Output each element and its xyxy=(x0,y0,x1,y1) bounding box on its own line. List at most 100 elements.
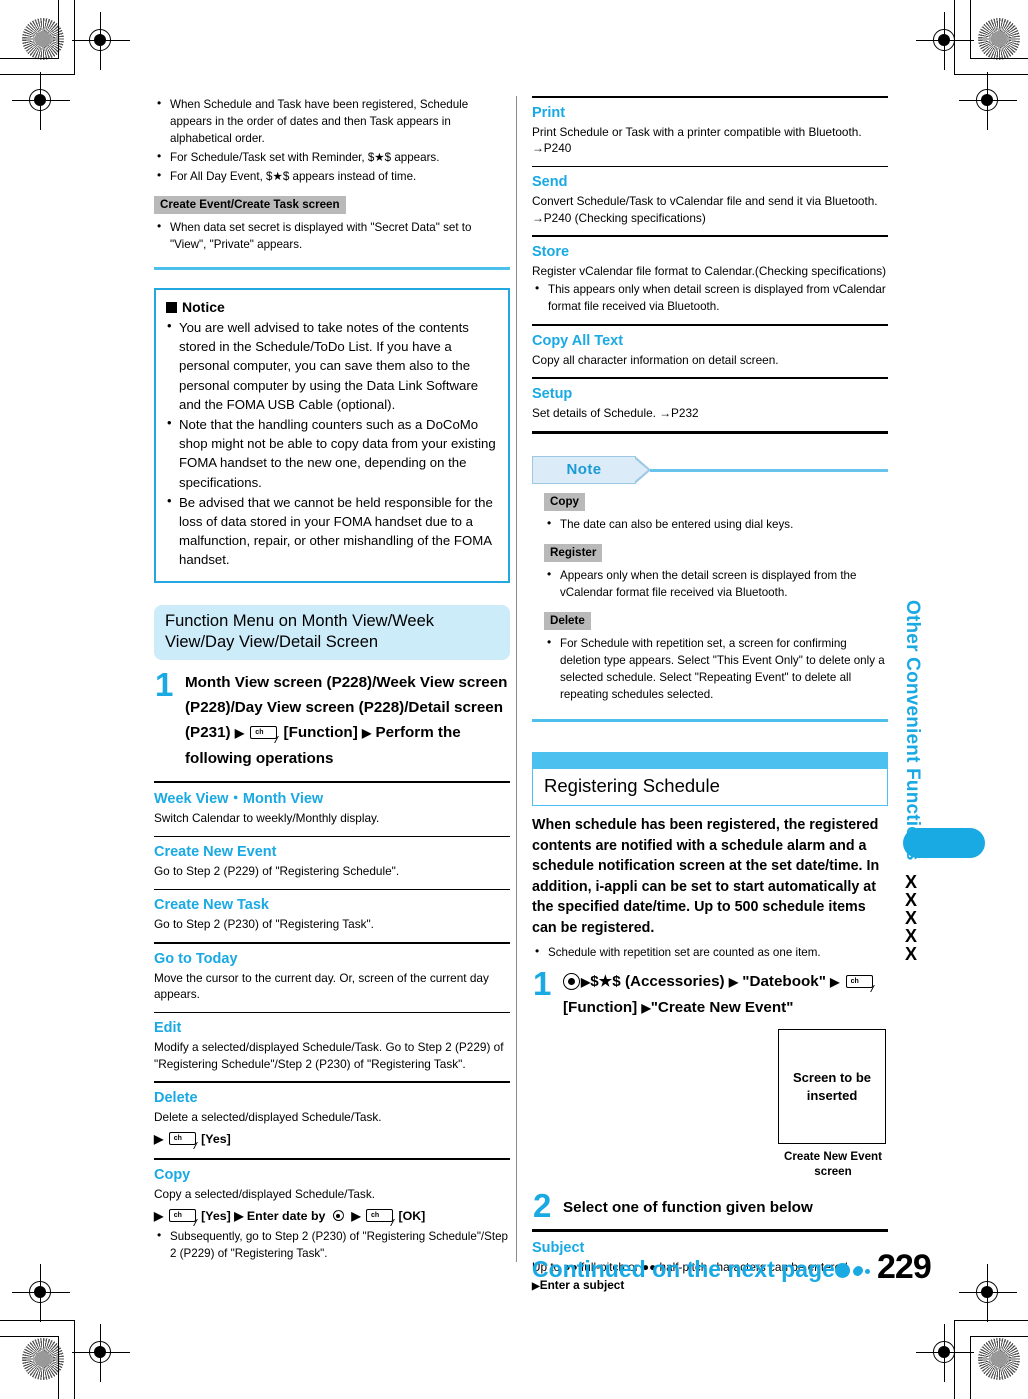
step-number: 1 xyxy=(533,965,552,1003)
left-column: When Schedule and Task have been registe… xyxy=(154,95,510,1264)
crop-mark-tr-inner xyxy=(970,0,1028,59)
side-code-label: XXXXX xyxy=(901,872,921,962)
screen-placeholder-caption: Create New Event screen xyxy=(784,1150,882,1179)
note-group-bullets-delete: For Schedule with repetition set, a scre… xyxy=(544,634,888,703)
entry-divider xyxy=(532,377,888,379)
menu-entry-copy[interactable]: Copy Copy a selected/displayed Schedule/… xyxy=(154,1166,510,1263)
cyan-divider xyxy=(532,719,888,723)
crop-mark-bl-inner xyxy=(0,1336,59,1399)
registering-schedule-header: Registering Schedule xyxy=(532,752,888,807)
entry-body: Register vCalendar file format to Calend… xyxy=(532,263,887,278)
menu-entry-create-new-event[interactable]: Create New Event Go to Step 2 (P229) of … xyxy=(154,843,510,880)
ch-key-icon: ch xyxy=(168,1209,196,1223)
entry-body: Set details of Schedule. →P232 xyxy=(532,405,699,420)
entry-divider xyxy=(154,888,510,891)
entry-divider xyxy=(532,165,888,168)
center-key-icon xyxy=(563,973,580,991)
entry-heading: Setup xyxy=(532,385,573,402)
entry-body: Copy all character information on detail… xyxy=(532,352,779,367)
entry-heading: Create New Event xyxy=(154,844,277,861)
menu-entry-week-month-view[interactable]: Week View・Month View Switch Calendar to … xyxy=(154,790,510,827)
entry-divider xyxy=(154,780,510,784)
step-part-accessories: $★$ (Accessories) xyxy=(590,973,725,991)
notice-title-text: Notice xyxy=(182,299,225,315)
notice-item-list: You are well advised to take notes of th… xyxy=(166,316,496,570)
entry-body: Delete a selected/displayed Schedule/Tas… xyxy=(154,1109,382,1124)
registration-mark-bl-b xyxy=(72,1324,130,1382)
entry-operation-label: [Yes] xyxy=(201,1132,231,1147)
entry-operation-yes: [Yes] xyxy=(201,1209,231,1224)
entry-body: Go to Step 2 (P230) of "Registering Task… xyxy=(154,917,374,932)
entry-divider xyxy=(532,96,888,98)
navigation-key-icon xyxy=(331,1208,346,1223)
registration-mark-tr-b xyxy=(959,72,1017,130)
step-text: Month View screen (P228)/Week View scree… xyxy=(185,670,510,771)
document-page: When Schedule and Task have been registe… xyxy=(0,0,1028,1399)
entry-heading: Go to Today xyxy=(154,950,238,967)
column-divider xyxy=(516,96,517,1262)
menu-entry-go-to-today[interactable]: Go to Today Move the cursor to the curre… xyxy=(154,950,510,1003)
chapter-tab-marker xyxy=(903,828,985,858)
entry-operation: ▶ ch [Yes] xyxy=(154,1129,510,1149)
entry-divider xyxy=(154,941,510,944)
chapter-title-vertical: Other Convenient Functions xyxy=(902,600,923,861)
menu-entry-delete[interactable]: Delete Delete a selected/displayed Sched… xyxy=(154,1089,510,1150)
entry-divider xyxy=(532,431,888,435)
note-label: Note xyxy=(532,456,636,485)
ch-key-label: ch xyxy=(850,978,859,986)
step-number: 2 xyxy=(533,1187,552,1225)
entry-heading: Copy xyxy=(154,1166,191,1183)
menu-entry-create-new-task[interactable]: Create New Task Go to Step 2 (P230) of "… xyxy=(154,896,510,933)
top-bullet-list: When Schedule and Task have been registe… xyxy=(154,95,510,185)
note-group-tag-delete: Delete xyxy=(544,612,591,631)
list-item: Schedule with repetition set are counted… xyxy=(532,943,888,961)
arrow-icon: ▶ xyxy=(234,1209,244,1224)
list-item: Subsequently, go to Step 2 (P230) of "Re… xyxy=(154,1227,510,1262)
ch-key-label: ch xyxy=(173,1212,182,1220)
function-menu-title: Function Menu on Month View/Week View/Da… xyxy=(154,604,510,660)
menu-entry-store[interactable]: Store Register vCalendar file format to … xyxy=(532,243,888,316)
registering-schedule-step-1: 1 ▶$★$ (Accessories) ▶ "Datebook" ▶ ch [… xyxy=(532,965,888,1021)
registration-mark-bl-a xyxy=(12,1264,70,1322)
step-part-function: [Function] xyxy=(563,999,638,1017)
entry-divider xyxy=(154,1011,510,1014)
entry-body: Modify a selected/displayed Schedule/Tas… xyxy=(154,1040,504,1071)
step-part-datebook: "Datebook" xyxy=(742,973,826,991)
entry-divider xyxy=(532,1229,888,1232)
entry-body: Go to Step 2 (P229) of "Registering Sche… xyxy=(154,864,400,879)
entry-body: Print Schedule or Task with a printer co… xyxy=(532,124,862,156)
arrow-icon: ▶ xyxy=(234,725,245,740)
menu-entry-send[interactable]: Send Convert Schedule/Task to vCalendar … xyxy=(532,173,888,226)
ch-key-label: ch xyxy=(255,728,264,736)
registration-mark-tl-a xyxy=(72,12,130,70)
menu-entry-edit[interactable]: Edit Modify a selected/displayed Schedul… xyxy=(154,1019,510,1072)
entry-heading: Store xyxy=(532,243,570,260)
entry-heading: Edit xyxy=(154,1020,182,1037)
list-item: For Schedule with repetition set, a scre… xyxy=(544,634,888,703)
entry-sub-bullets: This appears only when detail screen is … xyxy=(532,280,888,315)
screen-tag-create-event: Create Event/Create Task screen xyxy=(154,196,346,214)
note-rule xyxy=(650,468,888,472)
step-part-create: "Create New Event" xyxy=(650,999,794,1017)
registration-mark-tl-b xyxy=(12,72,70,130)
menu-entry-copy-all-text[interactable]: Copy All Text Copy all character informa… xyxy=(532,332,888,369)
list-item: For Schedule/Task set with Reminder, $★$… xyxy=(154,148,510,166)
entry-heading: Delete xyxy=(154,1089,198,1106)
step-text: Select one of function given below xyxy=(563,1199,813,1217)
note-group-bullets-register: Appears only when the detail screen is d… xyxy=(544,566,888,601)
list-item: Appears only when the detail screen is d… xyxy=(544,566,888,601)
registering-schedule-bullets: Schedule with repetition set are counted… xyxy=(532,943,888,961)
note-banner: Note xyxy=(532,456,888,485)
cyan-divider xyxy=(154,267,510,270)
entry-operation-ok: [OK] xyxy=(398,1209,426,1224)
arrow-icon: ▶ xyxy=(641,1001,651,1016)
right-column: Print Print Schedule or Task with a prin… xyxy=(532,96,888,1294)
menu-entry-setup[interactable]: Setup Set details of Schedule. →P232 xyxy=(532,385,888,422)
entry-body: Copy a selected/displayed Schedule/Task. xyxy=(154,1186,375,1201)
arrow-icon: ▶ xyxy=(830,975,840,990)
continued-footer: Continued on the next page xyxy=(532,1254,888,1283)
entry-body: Switch Calendar to weekly/Monthly displa… xyxy=(154,811,380,826)
entry-divider xyxy=(532,235,888,237)
menu-entry-print[interactable]: Print Print Schedule or Task with a prin… xyxy=(532,104,888,157)
step-text: ▶$★$ (Accessories) ▶ "Datebook" ▶ ch [Fu… xyxy=(563,969,888,1021)
